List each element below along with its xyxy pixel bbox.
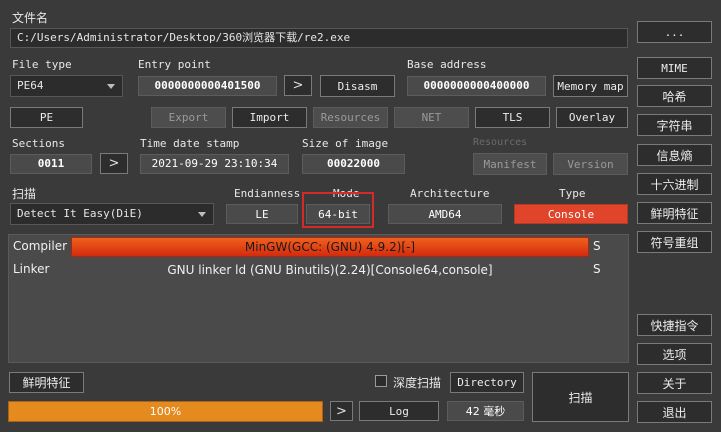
pe-button[interactable]: PE [10,107,83,128]
manifest-button[interactable]: Manifest [473,153,547,175]
entry-point-go-button[interactable]: > [284,75,312,96]
endianness-value[interactable]: LE [226,204,298,224]
result-row-linker[interactable]: Linker GNU linker ld (GNU Binutils)(2.24… [9,259,628,281]
architecture-value[interactable]: AMD64 [388,204,502,224]
file-name-label: 文件名 [12,11,49,25]
entry-point-label: Entry point [138,58,211,71]
scan-results-panel[interactable]: Compiler MinGW(GCC: (GNU) 4.9.2)[-] S Li… [8,234,629,363]
strings-button[interactable]: 字符串 [637,114,712,136]
progress-bar: 100% [8,401,323,422]
log-button[interactable]: Log [359,401,439,421]
architecture-label: Architecture [410,187,490,200]
resources-button[interactable]: Resources [313,107,388,128]
import-button[interactable]: Import [232,107,307,128]
result-type: Compiler [13,239,68,253]
result-info: GNU linker ld (GNU Binutils)(2.24)[Conso… [167,263,493,277]
sections-go-button[interactable]: > [100,153,128,174]
size-of-image-value[interactable]: 00022000 [302,154,405,174]
chevron-right-icon: > [108,156,120,171]
time-date-stamp-value[interactable]: 2021-09-29 23:10:34 [140,154,289,174]
overlay-button[interactable]: Overlay [556,107,628,128]
scan-engine-value: Detect It Easy(DiE) [17,207,143,220]
elapsed-time: 42 毫秒 [447,401,524,421]
annotation-highlight-box [302,192,374,228]
net-button[interactable]: NET [394,107,469,128]
version-button[interactable]: Version [553,153,628,175]
base-address-label: Base address [407,58,487,71]
deep-scan-label: 深度扫描 [393,376,442,390]
symbols-button[interactable]: 符号重组 [637,231,712,253]
file-type-label: File type [12,58,72,71]
scan-label: 扫描 [12,187,37,201]
tls-button[interactable]: TLS [475,107,550,128]
chevron-down-icon [107,84,115,89]
size-of-image-label: Size of image [302,137,389,150]
sections-label: Sections [12,137,65,150]
scan-button[interactable]: 扫描 [532,372,629,422]
chevron-right-icon: > [336,403,347,419]
result-type: Linker [13,262,50,276]
signatures-button[interactable]: 鲜明特征 [9,372,84,393]
export-button[interactable]: Export [151,107,226,128]
file-type-value: PE64 [17,79,44,92]
exit-button[interactable]: 退出 [637,401,712,423]
about-button[interactable]: 关于 [637,372,712,394]
disasm-button[interactable]: Disasm [320,75,395,97]
hash-button[interactable]: 哈希 [637,85,712,107]
memory-map-button[interactable]: Memory map [553,75,628,97]
hex-button[interactable]: 十六进制 [637,173,712,195]
entropy-button[interactable]: 信息熵 [637,144,712,166]
base-address-value[interactable]: 0000000000400000 [407,76,546,96]
deep-scan-checkbox[interactable] [375,375,387,387]
resources-group-label: Resources [473,137,528,148]
endianness-label: Endianness [234,187,301,200]
progress-text: 100% [149,405,182,418]
result-flag: S [593,262,601,276]
time-date-stamp-label: Time date stamp [140,137,240,150]
result-flag: S [593,239,601,253]
result-info: MinGW(GCC: (GNU) 4.9.2)[-] [71,237,589,257]
directory-button[interactable]: Directory [450,372,524,393]
chevron-down-icon [198,212,206,217]
entry-point-value[interactable]: 0000000000401500 [138,76,277,96]
options-button[interactable]: 选项 [637,343,712,365]
file-type-select[interactable]: PE64 [10,75,123,97]
file-path-field[interactable]: C:/Users/Administrator/Desktop/360浏览器下载/… [10,28,628,48]
signatures-sidebar-button[interactable]: 鲜明特征 [637,202,712,224]
progress-go-button[interactable]: > [330,401,353,421]
browse-button[interactable]: ... [637,21,712,43]
type-label: Type [559,187,586,200]
shortcuts-button[interactable]: 快捷指令 [637,314,712,336]
scan-engine-select[interactable]: Detect It Easy(DiE) [10,203,214,225]
mime-button[interactable]: MIME [637,57,712,79]
sections-value[interactable]: 0011 [10,154,92,174]
result-row-compiler[interactable]: Compiler MinGW(GCC: (GNU) 4.9.2)[-] S [9,236,628,258]
type-value[interactable]: Console [514,204,628,224]
chevron-right-icon: > [292,78,304,93]
